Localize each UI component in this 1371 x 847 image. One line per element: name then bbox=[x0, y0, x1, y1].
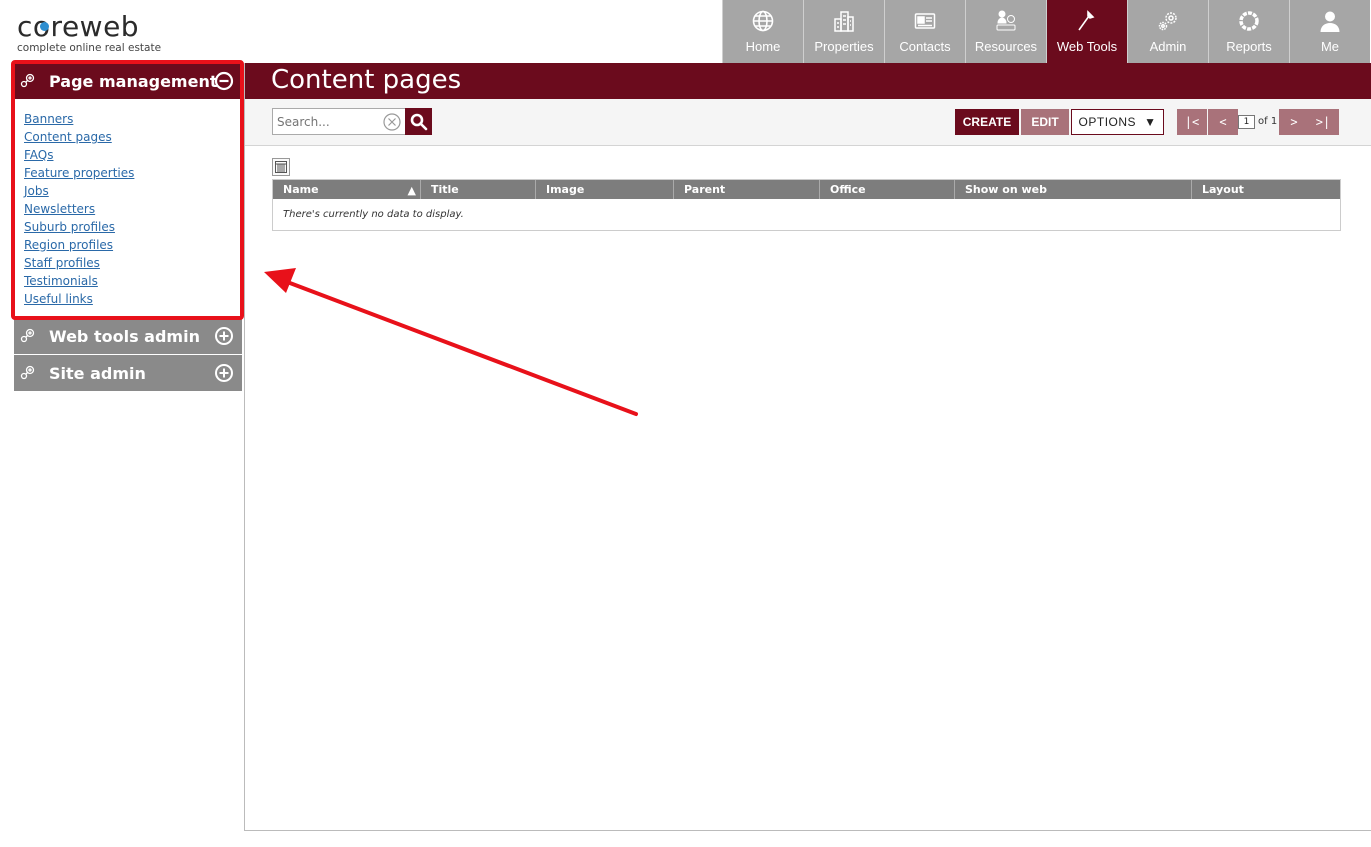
logo-dot-icon bbox=[39, 22, 49, 31]
pager-last-button[interactable]: >| bbox=[1307, 109, 1339, 135]
options-dropdown[interactable]: OPTIONS ▼ bbox=[1071, 109, 1164, 135]
column-header-parent[interactable]: Parent bbox=[674, 180, 820, 199]
sidebar-link-suburb-profiles[interactable]: Suburb profiles bbox=[24, 218, 242, 236]
search-input[interactable] bbox=[273, 109, 379, 134]
nav-me[interactable]: Me bbox=[1289, 0, 1370, 63]
edit-button[interactable]: EDIT bbox=[1021, 109, 1069, 135]
contact-card-icon bbox=[914, 13, 936, 29]
nav-label: Home bbox=[745, 39, 781, 54]
column-header-title[interactable]: Title bbox=[421, 180, 536, 199]
nav-label: Resources bbox=[974, 39, 1038, 54]
globe-icon bbox=[752, 10, 774, 32]
pager-page-input[interactable]: 1 bbox=[1238, 115, 1255, 129]
nav-admin[interactable]: Admin bbox=[1127, 0, 1208, 63]
nav-label: Properties bbox=[814, 39, 874, 54]
sidebar-link-region-profiles[interactable]: Region profiles bbox=[24, 236, 242, 254]
sidebar-link-testimonials[interactable]: Testimonials bbox=[24, 272, 242, 290]
create-button[interactable]: CREATE bbox=[955, 109, 1019, 135]
resources-icon bbox=[996, 10, 1016, 31]
panel-web-tools-admin-header[interactable]: Web tools admin bbox=[14, 318, 242, 354]
nav-label: Web Tools bbox=[1056, 39, 1118, 54]
magnifier-icon bbox=[410, 113, 427, 130]
header: coreweb complete online real estate Home… bbox=[0, 0, 1371, 63]
pager-next-button[interactable]: > bbox=[1279, 109, 1309, 135]
panel-title: Web tools admin bbox=[49, 326, 200, 346]
collapse-minus-icon[interactable] bbox=[214, 71, 234, 91]
search-button[interactable] bbox=[405, 108, 432, 135]
nav-label: Me bbox=[1320, 39, 1340, 54]
panel-title: Page management bbox=[49, 71, 218, 91]
sidebar-link-faqs[interactable]: FAQs bbox=[24, 146, 242, 164]
nav-home[interactable]: Home bbox=[722, 0, 803, 63]
clear-search-icon[interactable] bbox=[383, 113, 401, 131]
toolbar: CREATE EDIT OPTIONS ▼ |< < 1 of 1 > >| bbox=[245, 99, 1371, 146]
expand-plus-icon[interactable] bbox=[214, 326, 234, 346]
column-picker-button[interactable] bbox=[272, 158, 290, 176]
pager-first-button[interactable]: |< bbox=[1177, 109, 1207, 135]
page-title: Content pages bbox=[271, 65, 462, 95]
nav-web-tools[interactable]: Web Tools bbox=[1046, 0, 1127, 63]
nav-label: Admin bbox=[1149, 39, 1187, 54]
column-header-office[interactable]: Office bbox=[820, 180, 955, 199]
columns-icon bbox=[275, 161, 287, 173]
sidebar-link-useful-links[interactable]: Useful links bbox=[24, 290, 242, 308]
nav-label: Contacts bbox=[899, 39, 951, 54]
coreweb-logo[interactable]: coreweb complete online real estate bbox=[17, 12, 217, 56]
sidebar-link-banners[interactable]: Banners bbox=[24, 110, 242, 128]
nav-label: Reports bbox=[1226, 39, 1272, 54]
column-header-name[interactable]: Name ▲ bbox=[273, 180, 421, 199]
keys-icon bbox=[20, 365, 35, 380]
top-nav: Home Properties Contacts Resources Web T… bbox=[722, 0, 1370, 63]
panel-page-management-header[interactable]: Page management bbox=[14, 63, 242, 99]
column-header-show-on-web[interactable]: Show on web bbox=[955, 180, 1192, 199]
sidebar: Page management Banners Content pages FA… bbox=[14, 63, 242, 392]
logo-tagline: complete online real estate bbox=[17, 42, 162, 54]
nav-contacts[interactable]: Contacts bbox=[884, 0, 965, 63]
options-label: OPTIONS bbox=[1078, 115, 1137, 129]
sidebar-link-content-pages[interactable]: Content pages bbox=[24, 128, 242, 146]
sidebar-link-newsletters[interactable]: Newsletters bbox=[24, 200, 242, 218]
main-content: Content pages CREATE EDIT OPTIONS ▼ |< <… bbox=[244, 63, 1371, 831]
pager-total: of 1 bbox=[1258, 116, 1278, 127]
user-icon bbox=[1320, 11, 1340, 32]
dropdown-triangle-icon: ▼ bbox=[1144, 115, 1157, 129]
ring-icon bbox=[1239, 11, 1259, 31]
sort-asc-icon: ▲ bbox=[407, 184, 416, 197]
keys-icon bbox=[20, 73, 35, 88]
panel-site-admin-header[interactable]: Site admin bbox=[14, 355, 242, 391]
logo-wordmark: coreweb bbox=[17, 10, 140, 43]
keys-icon bbox=[20, 328, 35, 343]
buildings-icon bbox=[834, 11, 854, 32]
hammer-icon bbox=[1078, 10, 1095, 31]
expand-plus-icon[interactable] bbox=[214, 363, 234, 383]
column-header-image[interactable]: Image bbox=[536, 180, 674, 199]
nav-resources[interactable]: Resources bbox=[965, 0, 1046, 63]
sidebar-link-staff-profiles[interactable]: Staff profiles bbox=[24, 254, 242, 272]
nav-properties[interactable]: Properties bbox=[803, 0, 884, 63]
nav-reports[interactable]: Reports bbox=[1208, 0, 1289, 63]
panel-page-management-body: Banners Content pages FAQs Feature prope… bbox=[14, 100, 242, 318]
content-pages-grid: Name ▲ Title Image Parent Office Show on … bbox=[272, 179, 1341, 231]
pager-prev-button[interactable]: < bbox=[1208, 109, 1238, 135]
column-header-layout[interactable]: Layout bbox=[1192, 180, 1340, 199]
title-bar: Content pages bbox=[245, 63, 1371, 99]
grid-header: Name ▲ Title Image Parent Office Show on … bbox=[273, 180, 1340, 199]
panel-title: Site admin bbox=[49, 363, 146, 383]
sidebar-link-feature-properties[interactable]: Feature properties bbox=[24, 164, 242, 182]
sidebar-link-jobs[interactable]: Jobs bbox=[24, 182, 242, 200]
gears-icon bbox=[1158, 12, 1177, 31]
grid-empty-message: There's currently no data to display. bbox=[283, 209, 464, 220]
